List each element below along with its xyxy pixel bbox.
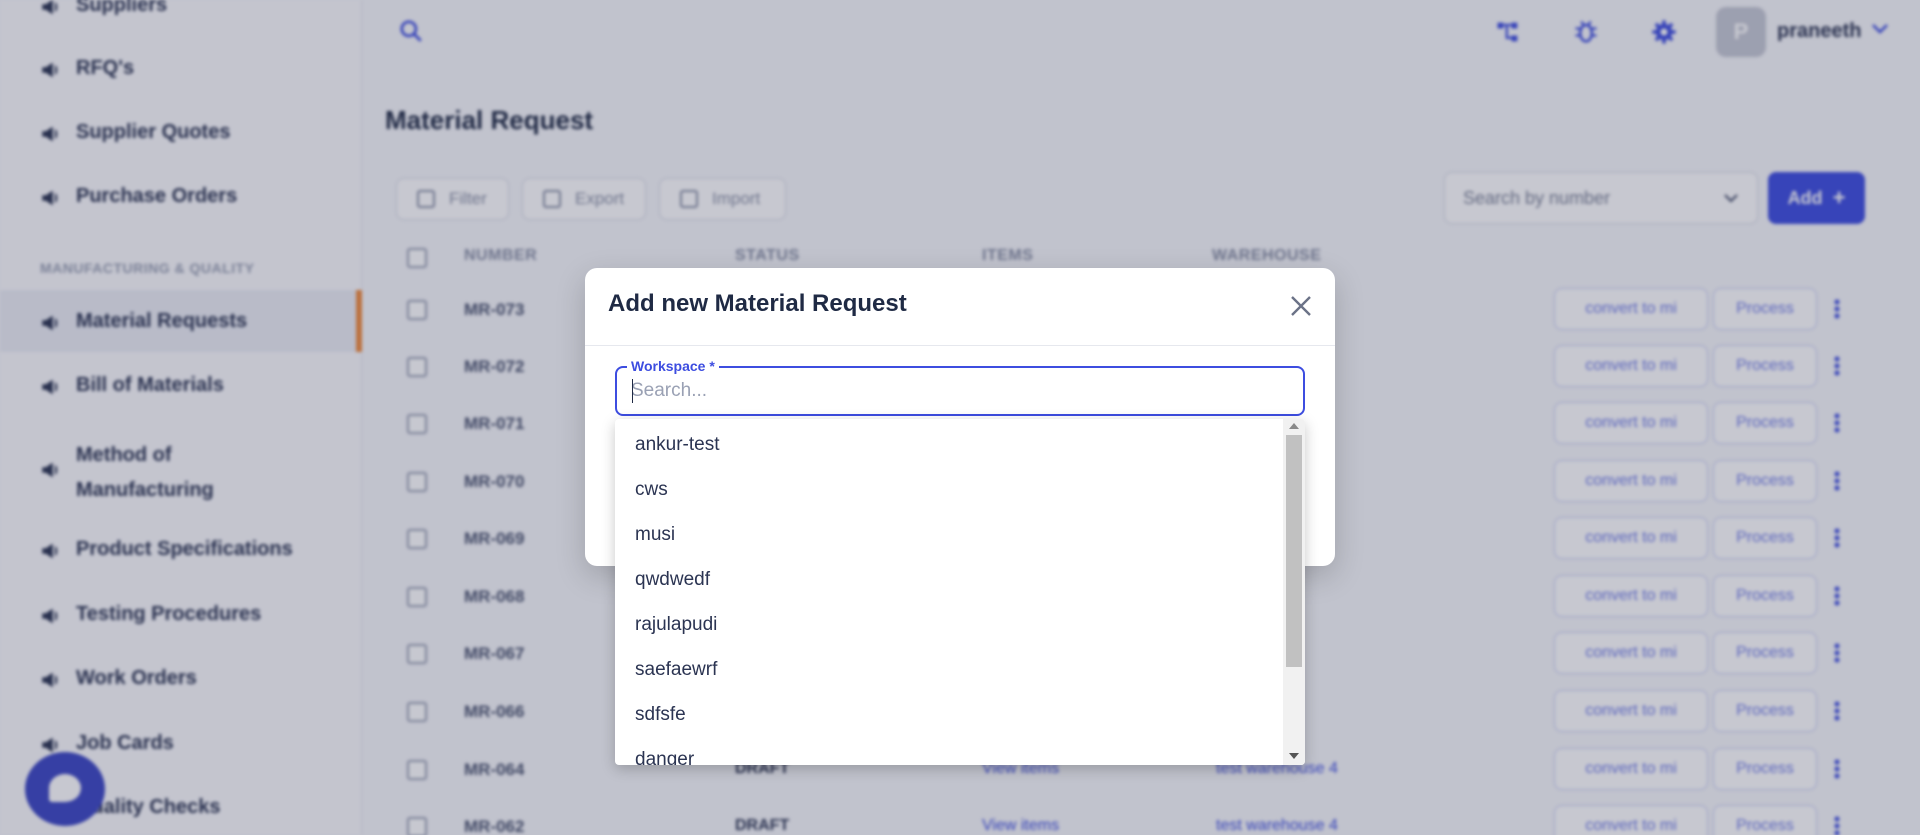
- workspace-search-input[interactable]: [631, 378, 1281, 404]
- scrollbar-thumb[interactable]: [1286, 435, 1302, 667]
- workspace-option[interactable]: sdfsfe: [635, 700, 686, 730]
- close-icon[interactable]: [1287, 292, 1315, 320]
- scrollbar[interactable]: [1283, 419, 1305, 765]
- workspace-option[interactable]: cws: [635, 475, 668, 505]
- workspace-options-list: ankur-test cws musi qwdwedf rajulapudi saefae…: [615, 419, 1283, 765]
- workspace-option[interactable]: qwdwedf: [635, 565, 710, 595]
- workspace-option[interactable]: rajulapudi: [635, 610, 717, 640]
- workspace-field[interactable]: Workspace *: [615, 358, 1305, 416]
- text-caret: [632, 379, 633, 403]
- workspace-option[interactable]: danger: [635, 745, 694, 765]
- modal-title: Add new Material Request: [608, 290, 907, 317]
- scroll-down-arrow-icon[interactable]: [1289, 753, 1299, 759]
- workspace-option[interactable]: ankur-test: [635, 430, 719, 460]
- workspace-option[interactable]: musi: [635, 520, 675, 550]
- workspace-option[interactable]: saefaewrf: [635, 655, 717, 685]
- scroll-up-arrow-icon[interactable]: [1289, 423, 1299, 429]
- workspace-dropdown[interactable]: ankur-test cws musi qwdwedf rajulapudi saefae…: [615, 419, 1305, 765]
- workspace-field-label: Workspace *: [627, 358, 719, 374]
- modal-header: Add new Material Request: [585, 268, 1335, 346]
